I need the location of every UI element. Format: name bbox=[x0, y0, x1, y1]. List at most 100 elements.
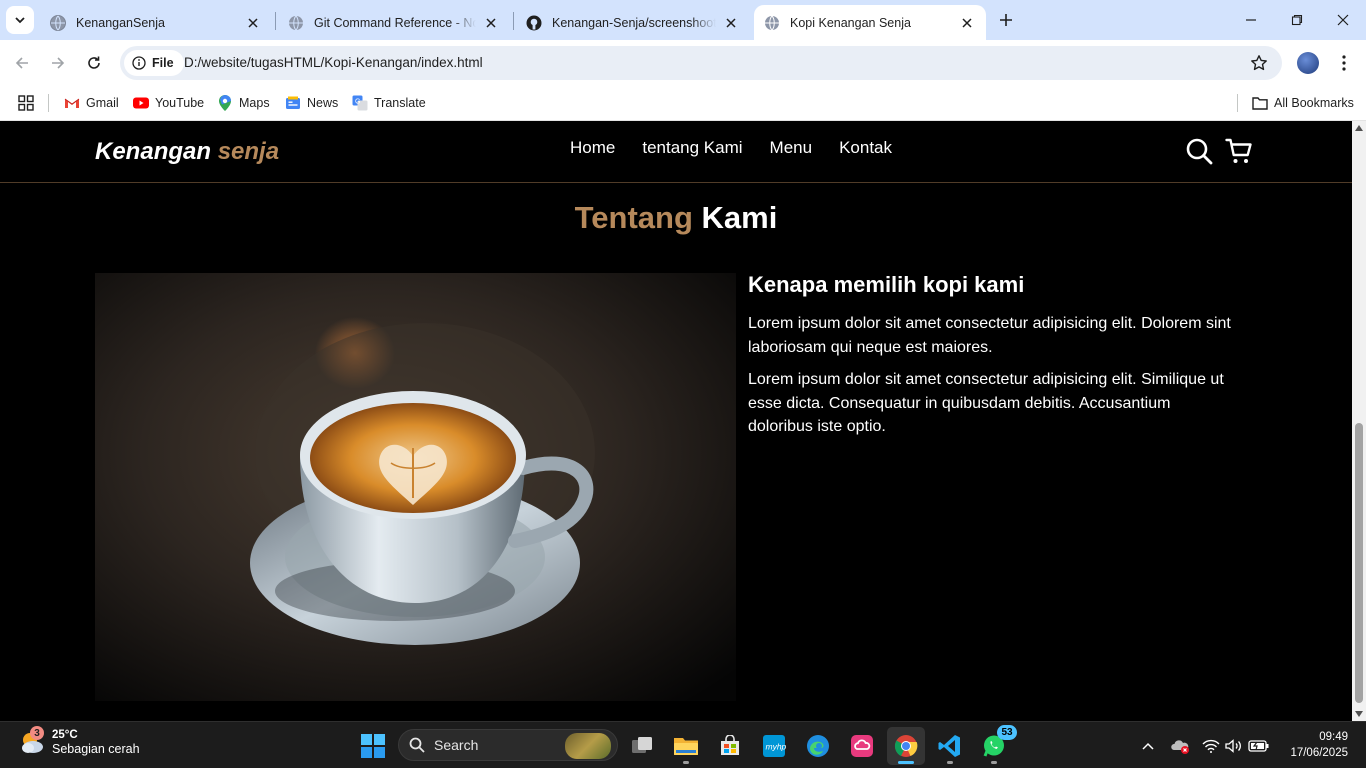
bookmark-star-icon[interactable] bbox=[1250, 54, 1268, 77]
battery-tray[interactable] bbox=[1248, 735, 1270, 757]
tab-title: Kenangan-Senja/screenshoot/h bbox=[552, 15, 716, 30]
taskbar-creative-cloud[interactable] bbox=[843, 727, 881, 765]
taskbar-search[interactable]: Search bbox=[398, 729, 618, 761]
tab-git-reference[interactable]: Git Command Reference - Now bbox=[278, 5, 510, 40]
svg-text:myhp: myhp bbox=[766, 742, 787, 752]
scrollbar-thumb[interactable] bbox=[1355, 423, 1363, 703]
edge-icon bbox=[807, 735, 829, 757]
taskbar-edge[interactable] bbox=[799, 727, 837, 765]
address-bar[interactable]: File D:/website/tugasHTML/Kopi-Kenangan/… bbox=[120, 46, 1282, 80]
browser-menu-button[interactable] bbox=[1334, 52, 1354, 74]
info-icon bbox=[132, 56, 146, 70]
tab-kenangansenja[interactable]: KenanganSenja bbox=[40, 5, 272, 40]
plus-icon bbox=[1000, 14, 1012, 26]
taskbar-search-label: Search bbox=[434, 737, 479, 753]
chrome-icon bbox=[894, 735, 918, 757]
taskbar-microsoft-store[interactable] bbox=[711, 727, 749, 765]
tab-github[interactable]: Kenangan-Senja/screenshoot/h bbox=[516, 5, 750, 40]
file-explorer-icon bbox=[674, 738, 698, 755]
logo-text: Kenangan bbox=[95, 138, 218, 165]
url-text[interactable]: D:/website/tugasHTML/Kopi-Kenangan/index… bbox=[184, 55, 483, 70]
taskbar-file-explorer[interactable] bbox=[667, 727, 705, 765]
volume-tray[interactable] bbox=[1223, 735, 1245, 757]
bookmark-translate[interactable]: G Translate bbox=[352, 93, 426, 113]
weather-widget[interactable]: 3 25°C Sebagian cerah bbox=[18, 726, 140, 756]
reload-button[interactable] bbox=[82, 51, 106, 75]
kebab-menu-icon bbox=[1342, 55, 1346, 71]
new-tab-button[interactable] bbox=[996, 10, 1016, 30]
coffee-cup-image bbox=[95, 273, 736, 701]
close-window-button[interactable] bbox=[1320, 0, 1366, 40]
windows-taskbar: 3 25°C Sebagian cerah Search myhp 53 09:… bbox=[0, 721, 1366, 768]
scroll-down-arrow-icon[interactable] bbox=[1355, 711, 1363, 717]
shopping-cart-icon[interactable] bbox=[1225, 137, 1253, 170]
tab-divider bbox=[275, 12, 276, 30]
close-tab-icon[interactable] bbox=[244, 14, 262, 32]
bookmark-gmail[interactable]: Gmail bbox=[64, 93, 119, 113]
onedrive-tray[interactable] bbox=[1169, 735, 1191, 757]
task-view-button[interactable] bbox=[623, 727, 661, 765]
site-info-label: File bbox=[152, 56, 174, 70]
start-button[interactable] bbox=[354, 727, 392, 765]
site-logo[interactable]: Kenangan senja bbox=[95, 138, 279, 166]
site-nav-links: Home tentang Kami Menu Kontak bbox=[570, 138, 892, 158]
logo-accent-text: senja bbox=[217, 138, 280, 165]
task-view-icon bbox=[632, 737, 652, 753]
bookmark-news[interactable]: News bbox=[285, 93, 338, 113]
minimize-button[interactable] bbox=[1228, 0, 1274, 40]
reload-icon bbox=[88, 56, 100, 69]
bookmark-label: Maps bbox=[239, 96, 270, 110]
active-app-indicator bbox=[898, 761, 914, 764]
profile-avatar[interactable] bbox=[1297, 52, 1319, 74]
all-bookmarks-label: All Bookmarks bbox=[1274, 96, 1354, 110]
forward-button[interactable] bbox=[46, 51, 70, 75]
wifi-icon bbox=[1202, 739, 1220, 753]
nav-link-menu[interactable]: Menu bbox=[770, 138, 813, 158]
svg-text:G: G bbox=[355, 99, 360, 106]
close-tab-icon[interactable] bbox=[722, 14, 740, 32]
about-paragraph: Lorem ipsum dolor sit amet consectetur a… bbox=[748, 315, 1231, 356]
creative-cloud-icon bbox=[851, 735, 873, 757]
restore-button[interactable] bbox=[1274, 0, 1320, 40]
taskbar-whatsapp[interactable]: 53 bbox=[975, 725, 1017, 765]
search-icon[interactable] bbox=[1185, 137, 1213, 170]
back-button[interactable] bbox=[10, 51, 34, 75]
tab-title: KenanganSenja bbox=[76, 15, 165, 30]
nav-link-kontak[interactable]: Kontak bbox=[839, 138, 892, 158]
all-bookmarks-button[interactable]: All Bookmarks bbox=[1252, 93, 1354, 113]
navbar-actions bbox=[1185, 137, 1253, 170]
speaker-icon bbox=[1225, 739, 1241, 753]
bookmark-label: YouTube bbox=[155, 96, 205, 110]
search-icon bbox=[409, 737, 425, 753]
page-scrollbar[interactable] bbox=[1352, 121, 1366, 721]
tab-kopi-kenangan-senja[interactable]: Kopi Kenangan Senja bbox=[754, 5, 986, 40]
taskbar-myhp[interactable]: myhp bbox=[755, 727, 793, 765]
scroll-up-arrow-icon[interactable] bbox=[1355, 125, 1363, 131]
running-indicator bbox=[947, 761, 953, 764]
nav-link-home[interactable]: Home bbox=[570, 138, 615, 158]
taskbar-chrome[interactable] bbox=[887, 727, 925, 765]
nav-link-tentang-kami[interactable]: tentang Kami bbox=[642, 138, 742, 158]
running-indicator bbox=[991, 761, 997, 764]
close-tab-icon[interactable] bbox=[482, 14, 500, 32]
globe-icon bbox=[764, 15, 780, 31]
running-indicator bbox=[683, 761, 689, 764]
bookmark-maps[interactable]: Maps bbox=[217, 93, 270, 113]
system-clock[interactable]: 09:49 17/06/2025 bbox=[1290, 729, 1348, 761]
apps-button[interactable] bbox=[18, 93, 34, 113]
chevron-up-icon bbox=[1142, 742, 1154, 750]
close-icon bbox=[1337, 14, 1349, 26]
taskbar-vscode[interactable] bbox=[931, 727, 969, 765]
restore-icon bbox=[1291, 14, 1303, 26]
tab-search-button[interactable] bbox=[6, 6, 34, 34]
browser-toolbar: File D:/website/tugasHTML/Kopi-Kenangan/… bbox=[0, 40, 1366, 86]
weather-partly-cloudy-icon: 3 bbox=[18, 726, 46, 756]
about-heading: Kenapa memilih kopi kami bbox=[748, 272, 1025, 297]
wifi-tray[interactable] bbox=[1200, 735, 1222, 757]
close-tab-icon[interactable] bbox=[958, 14, 976, 32]
bookmark-youtube[interactable]: YouTube bbox=[133, 93, 204, 113]
site-info-chip[interactable]: File bbox=[124, 50, 184, 76]
page-viewport: Kenangan senja Home tentang Kami Menu Ko… bbox=[0, 121, 1352, 721]
show-hidden-icons-button[interactable] bbox=[1137, 735, 1159, 757]
bookmarks-divider bbox=[1237, 94, 1238, 112]
